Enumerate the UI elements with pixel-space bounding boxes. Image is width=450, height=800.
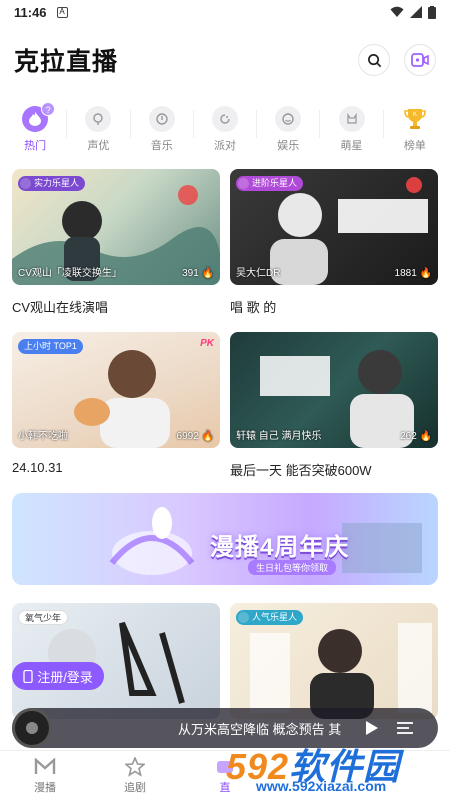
- header-actions: [358, 44, 436, 76]
- category-hot[interactable]: ? 热门: [4, 102, 66, 156]
- category-label: 音乐: [150, 140, 173, 152]
- watermark: 592软件园 www.592xiazai.com: [226, 738, 450, 800]
- host-level-badge: 实力乐星人: [18, 176, 86, 191]
- star-icon: [124, 756, 146, 777]
- nav-drama[interactable]: 追剧: [90, 751, 180, 800]
- watermark-url: www.592xiazai.com: [256, 778, 387, 794]
- room-title: 最后一天 能否突破600W: [230, 463, 372, 478]
- live-room-card[interactable]: 进阶乐星人 吴大仁DR 1881 🔥 唱 歌 的: [230, 169, 438, 316]
- microphone-icon: [85, 106, 112, 132]
- now-playing-title: 从万米高空降临 概念预告 其: [178, 721, 342, 737]
- banner-title: 漫播4周年庆: [210, 534, 350, 561]
- login-label: 注册/登录: [37, 669, 93, 685]
- live-room-card[interactable]: 氧气少年: [12, 603, 220, 719]
- category-voice-actor[interactable]: 声优: [67, 106, 129, 156]
- viewer-count: 6992 🔥: [176, 431, 214, 442]
- category-entertainment[interactable]: 娱乐: [257, 106, 319, 156]
- rank-badge: 上小时 TOP1: [18, 339, 83, 354]
- host-level-badge: 进阶乐星人: [236, 176, 304, 191]
- status-icons: [390, 5, 436, 19]
- room-title: CV观山在线演唱: [12, 300, 109, 315]
- banner-subtitle: 生日礼包等你领取: [248, 560, 337, 575]
- category-label: 派对: [213, 140, 236, 152]
- category-leaderboard[interactable]: K 榜单: [384, 106, 446, 156]
- app-header: 克拉直播: [14, 38, 436, 82]
- video-camera-icon: [411, 53, 429, 67]
- signal-icon: [410, 6, 422, 18]
- album-disc-icon: [12, 708, 52, 748]
- play-icon[interactable]: [362, 719, 380, 737]
- host-name: 吴大仁DR: [236, 268, 281, 279]
- room-cover: 氧气少年: [12, 603, 220, 719]
- playlist-icon[interactable]: [396, 720, 414, 736]
- host-level-badge: 氧气少年: [18, 610, 69, 625]
- status-time: 11:46: [14, 4, 47, 20]
- category-label: 娱乐: [277, 140, 300, 152]
- app-screen: 11:46 A 克拉直播 ? 热门 声优 音乐 派对 娱乐 萌星 K 榜单 实力…: [0, 0, 450, 800]
- category-bar: ? 热门 声优 音乐 派对 娱乐 萌星 K 榜单: [4, 102, 446, 156]
- pk-label: PK: [200, 338, 214, 349]
- search-icon: [367, 53, 381, 67]
- viewer-count: 1881 🔥: [394, 268, 432, 279]
- promo-banner[interactable]: 漫播4周年庆 生日礼包等你领取: [12, 493, 438, 585]
- category-label: 萌星: [340, 140, 363, 152]
- party-icon: [211, 106, 238, 132]
- viewer-count: 391 🔥: [182, 268, 214, 279]
- room-cover: 上小时 TOP1 PK 小韩不吃啦 6992 🔥: [12, 332, 220, 448]
- category-cute-star[interactable]: 萌星: [320, 106, 382, 156]
- cat-icon: [338, 106, 365, 132]
- host-name: 小韩不吃啦: [18, 431, 68, 442]
- svg-text:K: K: [413, 112, 417, 118]
- smile-icon: [275, 106, 302, 132]
- room-cover: 实力乐星人 CV观山「凌联交换生」 391 🔥: [12, 169, 220, 285]
- status-bar: 11:46 A: [0, 0, 450, 24]
- search-button[interactable]: [358, 44, 390, 76]
- category-label: 热门: [24, 140, 47, 152]
- register-login-button[interactable]: 注册/登录: [12, 662, 104, 690]
- host-name: CV观山「凌联交换生」: [18, 268, 122, 279]
- notification-icon: A: [56, 6, 68, 18]
- live-room-card[interactable]: 人气乐星人: [230, 603, 438, 719]
- room-title: 唱 歌 的: [230, 300, 277, 315]
- nav-label: 追剧: [124, 781, 146, 794]
- page-title: 克拉直播: [14, 48, 119, 76]
- live-room-card[interactable]: 实力乐星人 CV观山「凌联交换生」 391 🔥 CV观山在线演唱: [12, 169, 220, 316]
- nav-manbo[interactable]: 漫播: [0, 751, 90, 800]
- host-level-badge: 人气乐星人: [236, 610, 304, 625]
- phone-icon: [23, 669, 33, 683]
- category-label: 榜单: [403, 140, 426, 152]
- nav-label: 漫播: [34, 781, 56, 794]
- battery-icon: [428, 5, 436, 19]
- help-badge[interactable]: ?: [41, 102, 56, 116]
- manbo-logo-icon: [34, 757, 56, 777]
- room-title: 24.10.31: [12, 460, 63, 475]
- category-label: 声优: [87, 140, 110, 152]
- room-cover: 进阶乐星人 吴大仁DR 1881 🔥: [230, 169, 438, 285]
- start-live-button[interactable]: [404, 44, 436, 76]
- category-party[interactable]: 派对: [194, 106, 256, 156]
- music-note-icon: [148, 106, 175, 132]
- host-name: 轩辕 自己 满月快乐: [236, 431, 322, 442]
- live-room-card[interactable]: 轩辕 自己 满月快乐 262 🔥 最后一天 能否突破600W: [230, 332, 438, 479]
- room-cover: 轩辕 自己 满月快乐 262 🔥: [230, 332, 438, 448]
- trophy-icon: K: [402, 106, 428, 132]
- wifi-icon: [390, 6, 404, 17]
- category-music[interactable]: 音乐: [131, 106, 193, 156]
- room-cover: 人气乐星人: [230, 603, 438, 719]
- live-room-card[interactable]: 上小时 TOP1 PK 小韩不吃啦 6992 🔥 24.10.31: [12, 332, 220, 475]
- viewer-count: 262 🔥: [400, 431, 432, 442]
